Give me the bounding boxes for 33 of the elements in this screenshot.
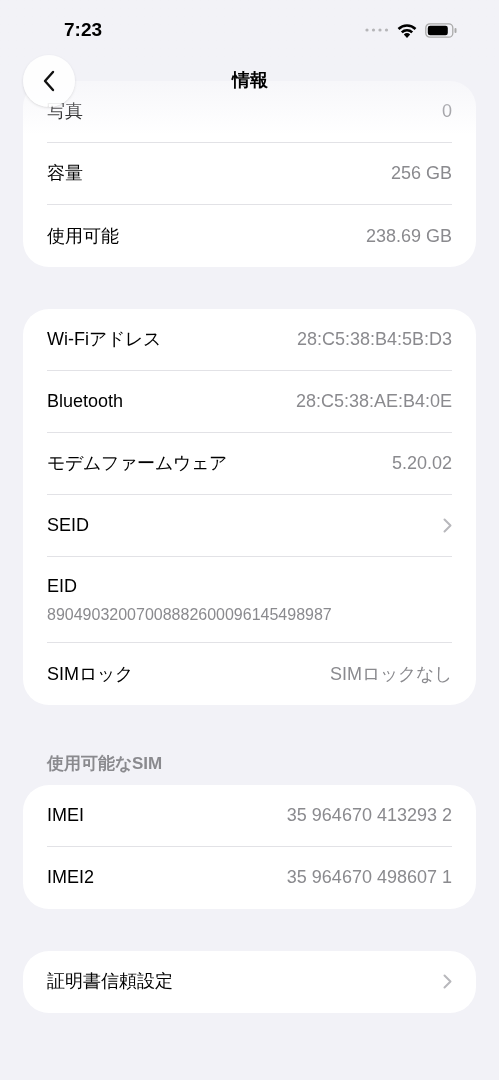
battery-icon [425, 22, 457, 38]
signal-icon [365, 28, 389, 32]
row-value: 28:C5:38:AE:B4:0E [295, 390, 452, 413]
row-value: 35 964670 413293 2 [286, 803, 452, 827]
row-value: 89049032007008882600096145498987 [47, 604, 333, 625]
row-label: EID [47, 574, 78, 598]
back-icon [42, 70, 56, 92]
row-label: モデムファームウェア [47, 452, 227, 475]
row-value: 28:C5:38:B4:5B:D3 [296, 328, 452, 351]
row-value: SIMロックなし [330, 662, 452, 686]
row-label: IMEI2 [47, 866, 94, 889]
row-label: 容量 [47, 162, 83, 185]
settings-row[interactable]: 証明書信頼設定 [47, 950, 452, 1013]
row-label: 写真 [47, 100, 83, 123]
nav-title: 情報 [231, 68, 268, 92]
row-label: Bluetooth [47, 390, 124, 413]
row-label: 証明書信頼設定 [47, 970, 173, 993]
row-label: SEID [47, 514, 89, 537]
row-value: 256 GB [390, 162, 452, 185]
settings-row[interactable]: SEID [47, 495, 452, 557]
chevron-icon [443, 974, 452, 989]
section-header: 使用可能なSIM [46, 753, 164, 775]
row-label: Wi-Fiアドレス [47, 328, 161, 351]
row-value: 238.69 GB [365, 224, 452, 248]
row-label: 使用可能 [47, 224, 119, 248]
row-value: 0 [442, 100, 452, 123]
status-time: 7:23 [64, 17, 103, 42]
row-label: IMEI [47, 803, 84, 827]
row-label: SIMロック [47, 662, 133, 686]
row-value: 35 964670 498607 1 [286, 866, 452, 889]
row-value: 5.20.02 [391, 452, 452, 475]
wifi-icon [397, 22, 417, 38]
chevron-icon [443, 518, 452, 533]
